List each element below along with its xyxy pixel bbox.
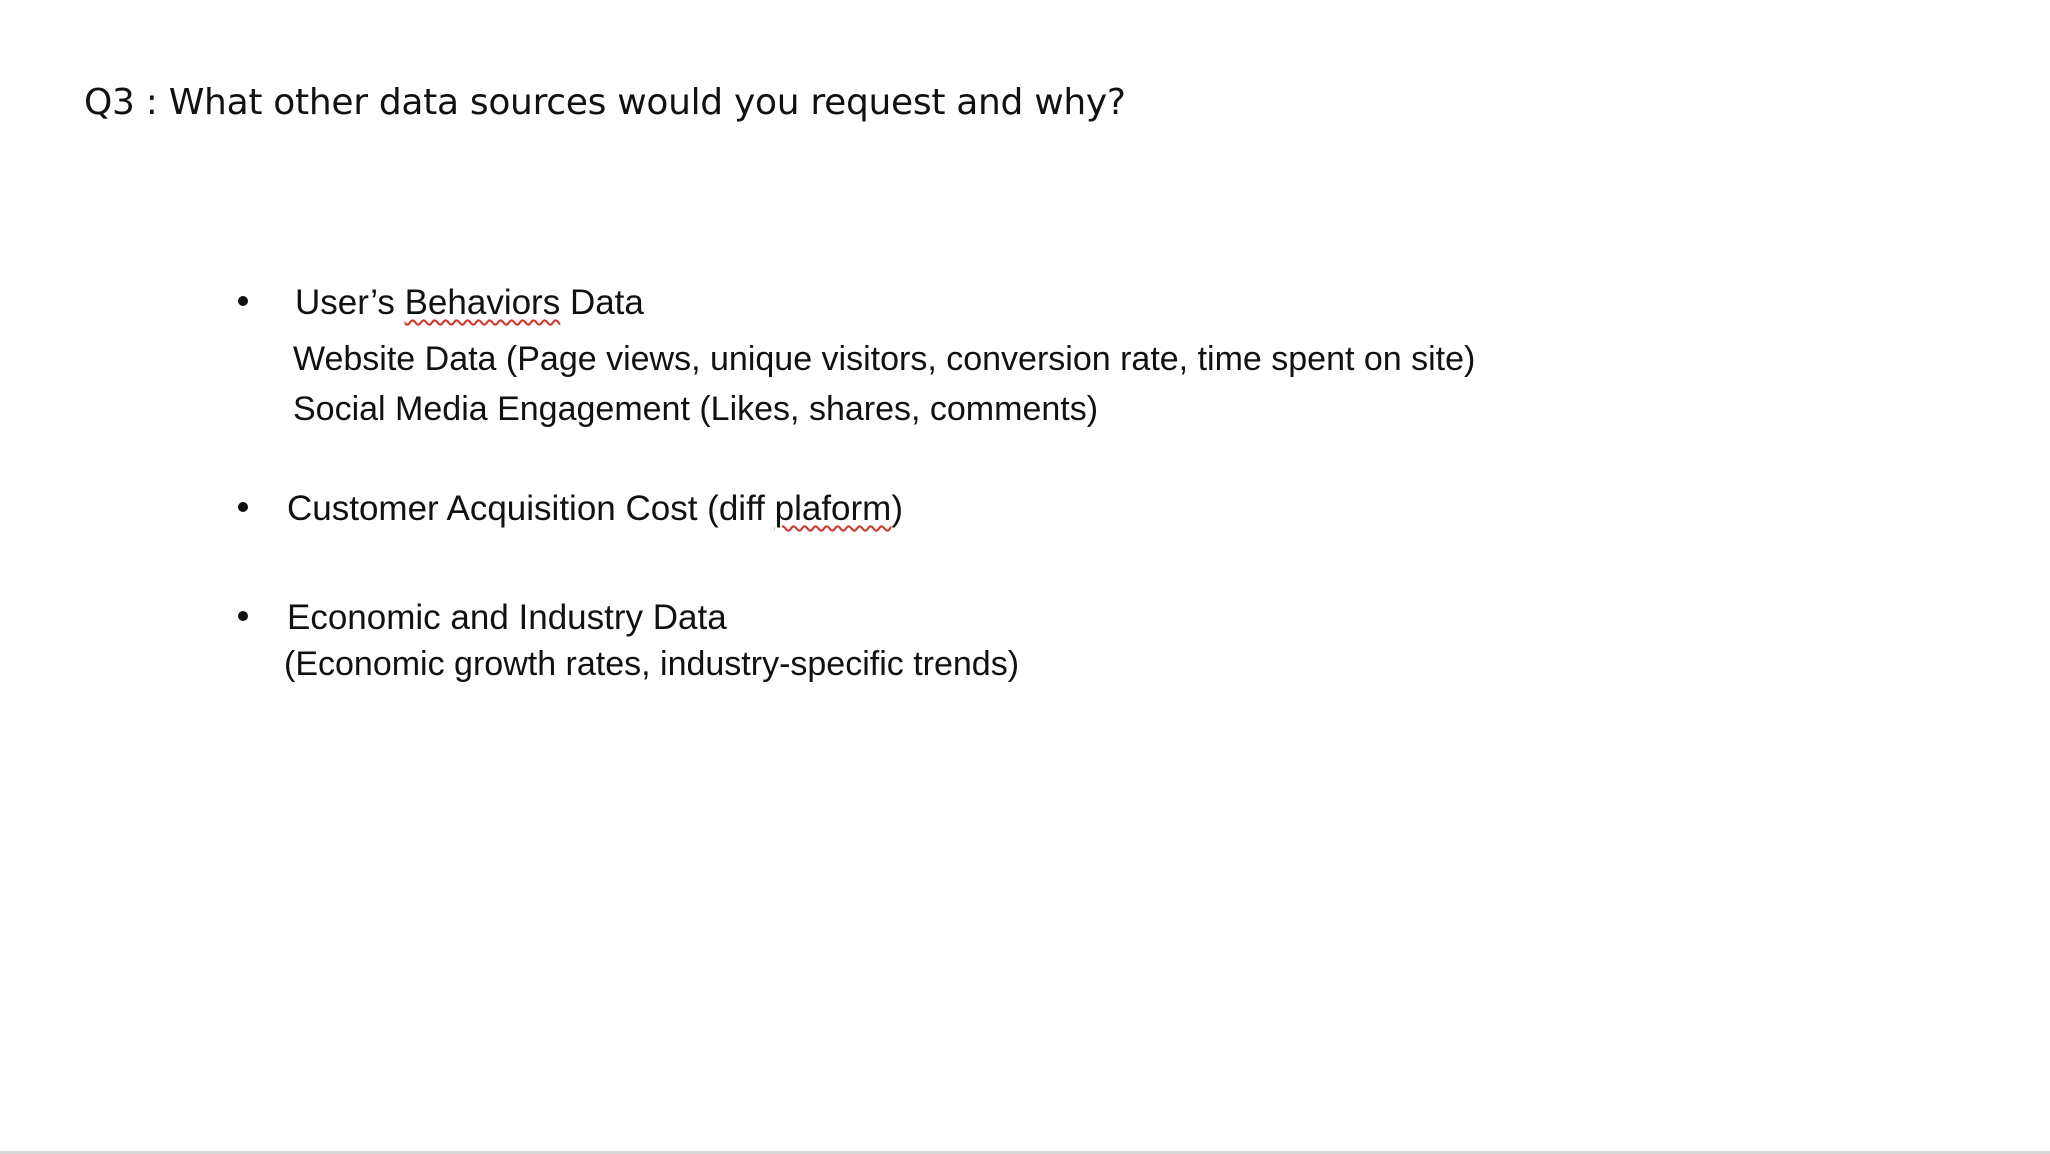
- spellcheck-flagged-word: Behaviors: [404, 283, 561, 322]
- bullet-heading: Economic and Industry Data: [287, 598, 727, 637]
- bullet-detail-economic: (Economic growth rates, industry-specifi…: [284, 645, 1020, 683]
- slide-title: Q3 : What other data sources would you r…: [84, 82, 1126, 123]
- spellcheck-flagged-word: plaform: [774, 489, 892, 528]
- bullet-heading: User’s Behaviors Data: [295, 280, 644, 326]
- bullet-heading-suffix: ): [891, 489, 903, 528]
- bullet-detail-social-media: Social Media Engagement (Likes, shares, …: [293, 390, 1099, 428]
- bullet-heading: Customer Acquisition Cost (diff plaform): [287, 486, 903, 532]
- bullet-heading-prefix: User’s: [295, 283, 405, 322]
- bullet-icon: [238, 502, 248, 512]
- bullet-icon: [238, 296, 248, 306]
- bullet-icon: [238, 611, 248, 621]
- slide: Q3 : What other data sources would you r…: [0, 0, 2050, 1154]
- bullet-detail-website-data: Website Data (Page views, unique visitor…: [293, 340, 1476, 378]
- bullet-heading-prefix: Customer Acquisition Cost (diff: [287, 489, 775, 528]
- bullet-heading-suffix: Data: [560, 283, 644, 322]
